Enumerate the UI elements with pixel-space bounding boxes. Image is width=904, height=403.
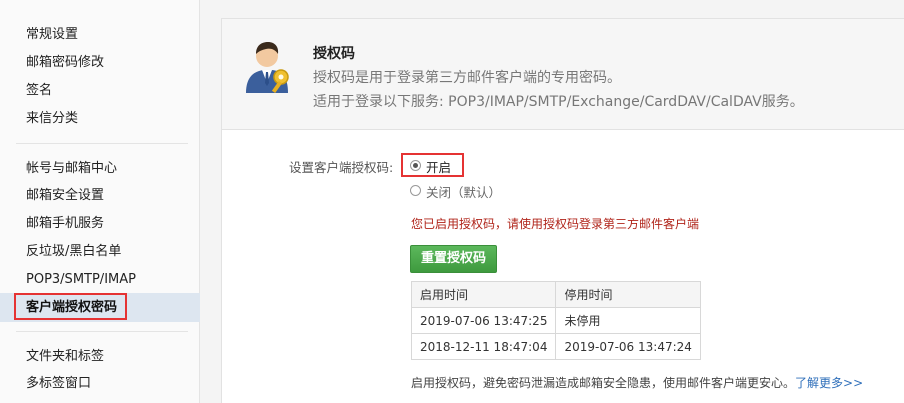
sidebar-item-multi-tab[interactable]: 多标签窗口 [26,376,91,392]
table-row: 2018-12-11 18:47:04 2019-07-06 13:47:24 [410,333,701,360]
table-cell: 2018-12-11 18:47:04 [410,333,557,360]
auth-code-times-table: 启用时间 停用时间 2019-07-06 13:47:25 未停用 2018-1… [410,281,701,360]
reset-auth-code-button[interactable]: 重置授权码 [410,245,497,273]
radio-off[interactable] [410,185,421,196]
settings-sidebar: 常规设置 邮箱密码修改 签名 来信分类 帐号与邮箱中心 邮箱安全设置 邮箱手机服… [0,0,200,403]
sidebar-item-mobile[interactable]: 邮箱手机服务 [26,216,104,232]
sidebar-item-antispam[interactable]: 反垃圾/黑白名单 [26,244,121,260]
sidebar-item-security[interactable]: 邮箱安全设置 [26,188,104,204]
active-item-annotation-box [14,293,127,320]
footer-text: 启用授权码，避免密码泄漏造成邮箱安全隐患，使用邮件客户端更安心。 [411,376,796,390]
status-notice: 您已启用授权码，请使用授权码登录第三方邮件客户端 [411,217,700,231]
sidebar-item-filters[interactable]: 来信分类 [26,111,78,127]
sidebar-item-signature[interactable]: 签名 [26,83,52,99]
table-cell: 2019-07-06 13:47:25 [410,307,557,334]
sidebar-item-folders-labels[interactable]: 文件夹和标签 [26,349,104,365]
panel-header: 授权码 授权码是用于登录第三方邮件客户端的专用密码。 适用于登录以下服务: PO… [222,19,904,130]
sidebar-item-account-center[interactable]: 帐号与邮箱中心 [26,161,117,177]
user-key-icon [242,39,294,95]
learn-more-link[interactable]: 了解更多>> [795,376,863,390]
column-header-enabled-time: 启用时间 [410,281,557,308]
sidebar-item-pop3-smtp-imap[interactable]: POP3/SMTP/IMAP [26,272,136,288]
sidebar-divider [16,331,188,332]
page-title: 授权码 [313,46,355,62]
table-cell: 未停用 [555,307,701,334]
sidebar-item-general[interactable]: 常规设置 [26,27,78,43]
table-row: 2019-07-06 13:47:25 未停用 [410,307,701,334]
table-cell: 2019-07-06 13:47:24 [555,333,701,360]
auth-code-panel: 授权码 授权码是用于登录第三方邮件客户端的专用密码。 适用于登录以下服务: PO… [221,18,904,403]
sidebar-divider [16,143,188,144]
footer-note: 启用授权码，避免密码泄漏造成邮箱安全隐患，使用邮件客户端更安心。了解更多>> [411,374,863,391]
header-description: 授权码是用于登录第三方邮件客户端的专用密码。 [313,70,621,86]
sidebar-item-password[interactable]: 邮箱密码修改 [26,55,104,71]
setting-label: 设置客户端授权码: [289,160,394,175]
header-services: 适用于登录以下服务: POP3/IMAP/SMTP/Exchange/CardD… [313,94,804,110]
table-header-row: 启用时间 停用时间 [410,281,701,308]
selected-option-annotation-box [401,153,464,177]
radio-off-label[interactable]: 关闭（默认） [426,182,501,201]
column-header-disabled-time: 停用时间 [555,281,701,308]
